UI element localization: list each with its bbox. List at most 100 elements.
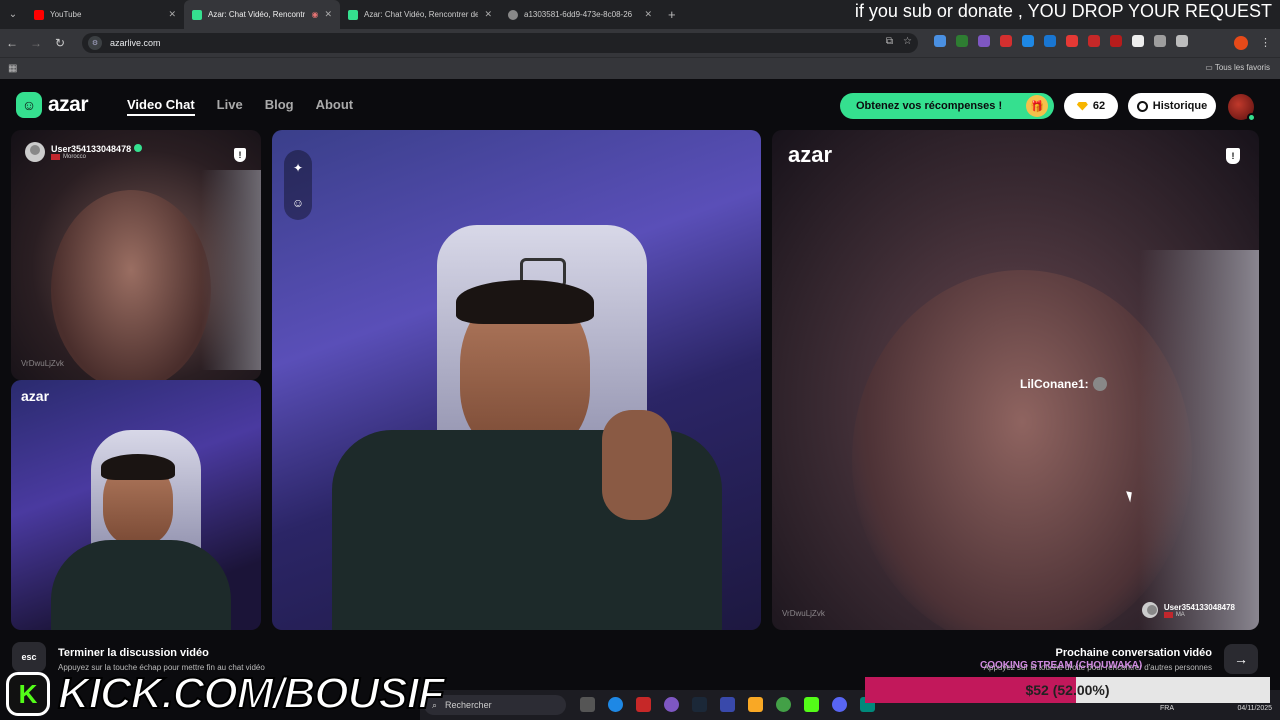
sparkle-effects-icon[interactable]: ✦ <box>293 161 303 175</box>
all-bookmarks[interactable]: ▭ Tous les favoris <box>1205 63 1270 72</box>
emoji-icon[interactable]: ☺ <box>292 196 304 210</box>
main-nav: Video Chat Live Blog About <box>127 97 353 116</box>
extension-icon[interactable] <box>978 35 990 47</box>
partner-main-video: azar ! LilConane1: VrDwuLjZvk User354133… <box>772 130 1259 630</box>
extension-icon[interactable] <box>1044 35 1056 47</box>
streamer-shirt <box>51 540 231 630</box>
gems-count: 62 <box>1092 100 1106 112</box>
nav-live[interactable]: Live <box>217 97 243 116</box>
partner-thumbnail-video: User354133048478 Morocco ! VrDwuLjZvk <box>11 130 261 380</box>
extension-icon[interactable] <box>1066 35 1078 47</box>
extension-icon[interactable] <box>934 35 946 47</box>
steam-icon[interactable] <box>692 697 707 712</box>
partner-country-code: MA <box>1175 611 1185 618</box>
app-icon[interactable] <box>636 697 651 712</box>
globe-icon <box>508 9 518 20</box>
forward-icon[interactable]: → <box>24 29 48 57</box>
extension-icon[interactable] <box>1110 35 1122 47</box>
back-icon[interactable]: ← <box>0 29 24 57</box>
gems-button[interactable]: 62 <box>1064 93 1118 119</box>
tab-title: Azar: Chat Vidéo, Rencontre <box>208 10 306 19</box>
url-text: azarlive.com <box>110 38 161 48</box>
user-avatar-icon <box>1141 602 1158 618</box>
history-label: Historique <box>1152 100 1208 112</box>
verified-icon <box>134 144 143 152</box>
file-explorer-icon[interactable] <box>748 697 763 712</box>
next-arrow-button[interactable]: → <box>1224 644 1258 674</box>
tab-azar-2[interactable]: Azar: Chat Vidéo, Rencontrer de ✕ <box>340 0 500 29</box>
extension-icon[interactable] <box>1154 35 1166 47</box>
tab-title: YouTube <box>50 10 82 19</box>
menu-dots-icon[interactable]: ⋮ <box>1260 36 1271 49</box>
address-bar[interactable]: ⚙ azarlive.com ⧉ ☆ <box>82 33 918 53</box>
rewards-label: Obtenez vos récompenses ! <box>856 100 1003 112</box>
site-info-icon[interactable]: ⚙ <box>88 36 102 50</box>
tab-azar-active[interactable]: Azar: Chat Vidéo, Rencontre ◉ ✕ <box>184 0 340 29</box>
extensions-puzzle-icon[interactable] <box>1176 35 1188 47</box>
apps-grid-icon[interactable]: ▦ <box>8 63 17 74</box>
azar-logo[interactable]: ☺ azar <box>16 92 89 118</box>
end-chat-title: Terminer la discussion vidéo <box>58 647 209 659</box>
new-tab-icon[interactable]: + <box>668 7 676 22</box>
morocco-flag-icon <box>51 154 60 160</box>
kick-icon[interactable] <box>804 697 819 712</box>
extension-icon[interactable] <box>1000 35 1012 47</box>
next-chat-title: Prochaine conversation vidéo <box>1055 647 1213 659</box>
side-toolbar: ✦ ☺ <box>284 150 312 220</box>
close-icon[interactable]: ✕ <box>324 9 332 20</box>
language-indicator[interactable]: FRA <box>1160 705 1174 712</box>
app-icon[interactable] <box>720 697 735 712</box>
reload-icon[interactable]: ↻ <box>48 29 72 57</box>
extension-icon[interactable] <box>1022 35 1034 47</box>
taskbar-date[interactable]: 04/11/2025 <box>1237 705 1272 712</box>
app-icon[interactable] <box>664 697 679 712</box>
report-shield-icon[interactable]: ! <box>1226 148 1240 164</box>
profile-icon[interactable] <box>1234 36 1248 50</box>
taskbar-search[interactable]: ⌕ Rechercher <box>424 695 566 715</box>
tab-search-icon[interactable]: ⌄ <box>0 0 26 29</box>
user-avatar-icon <box>25 142 45 162</box>
tab-youtube[interactable]: YouTube ✕ <box>26 0 184 29</box>
avatar[interactable] <box>1228 94 1256 122</box>
nav-about[interactable]: About <box>316 97 354 116</box>
streamer-hair <box>456 280 594 324</box>
nav-blog[interactable]: Blog <box>265 97 294 116</box>
azar-favicon-icon <box>192 9 202 20</box>
azar-logo-icon: ☺ <box>16 92 42 118</box>
task-view-icon[interactable] <box>580 697 595 712</box>
extension-icon[interactable] <box>956 35 968 47</box>
nav-video-chat[interactable]: Video Chat <box>127 97 195 116</box>
close-icon[interactable]: ✕ <box>168 9 176 20</box>
cooking-stream-text: COOKING STREAM (CHOUWAKA) <box>980 660 1143 671</box>
donation-text: $52 (52.00%) <box>1025 682 1110 698</box>
online-status-icon <box>1247 113 1256 122</box>
edge-icon[interactable] <box>608 697 623 712</box>
extension-icon[interactable] <box>1132 35 1144 47</box>
bookmark-star-icon[interactable]: ☆ <box>903 36 912 47</box>
extension-icon[interactable] <box>1088 35 1100 47</box>
close-icon[interactable]: ✕ <box>644 9 652 20</box>
partner-face <box>51 190 211 380</box>
azar-page: ☺ azar Video Chat Live Blog About Obtene… <box>0 80 1280 640</box>
report-shield-icon[interactable]: ! <box>234 148 246 162</box>
streamer-hand <box>602 410 672 520</box>
browser-tab-bar: ⌄ YouTube ✕ Azar: Chat Vidéo, Rencontre … <box>0 0 1280 29</box>
close-icon[interactable]: ✕ <box>484 9 492 20</box>
partner-user-info: User354133048478 MA <box>1141 602 1235 618</box>
watermark: VrDwuLjZvk <box>782 609 825 618</box>
tab-title: Azar: Chat Vidéo, Rencontrer de <box>364 10 479 19</box>
azar-logo-text: azar <box>48 93 89 116</box>
history-button[interactable]: Historique <box>1128 93 1216 119</box>
chat-avatar-icon <box>1092 377 1107 391</box>
tab-uuid[interactable]: a1303581-6dd9-473e-8c08-26 ✕ <box>500 0 660 29</box>
kick-logo-icon: K <box>6 672 50 716</box>
chrome-icon[interactable] <box>776 697 791 712</box>
watermark: VrDwuLjZvk <box>21 359 64 368</box>
rewards-button[interactable]: Obtenez vos récompenses ! 🎁 <box>840 93 1054 119</box>
azar-brand: azar <box>21 388 50 404</box>
discord-icon[interactable] <box>832 697 847 712</box>
install-app-icon[interactable]: ⧉ <box>886 36 893 47</box>
self-thumbnail-video: azar <box>11 380 261 630</box>
morocco-flag-icon <box>1163 611 1173 618</box>
gift-icon: 🎁 <box>1026 95 1048 117</box>
